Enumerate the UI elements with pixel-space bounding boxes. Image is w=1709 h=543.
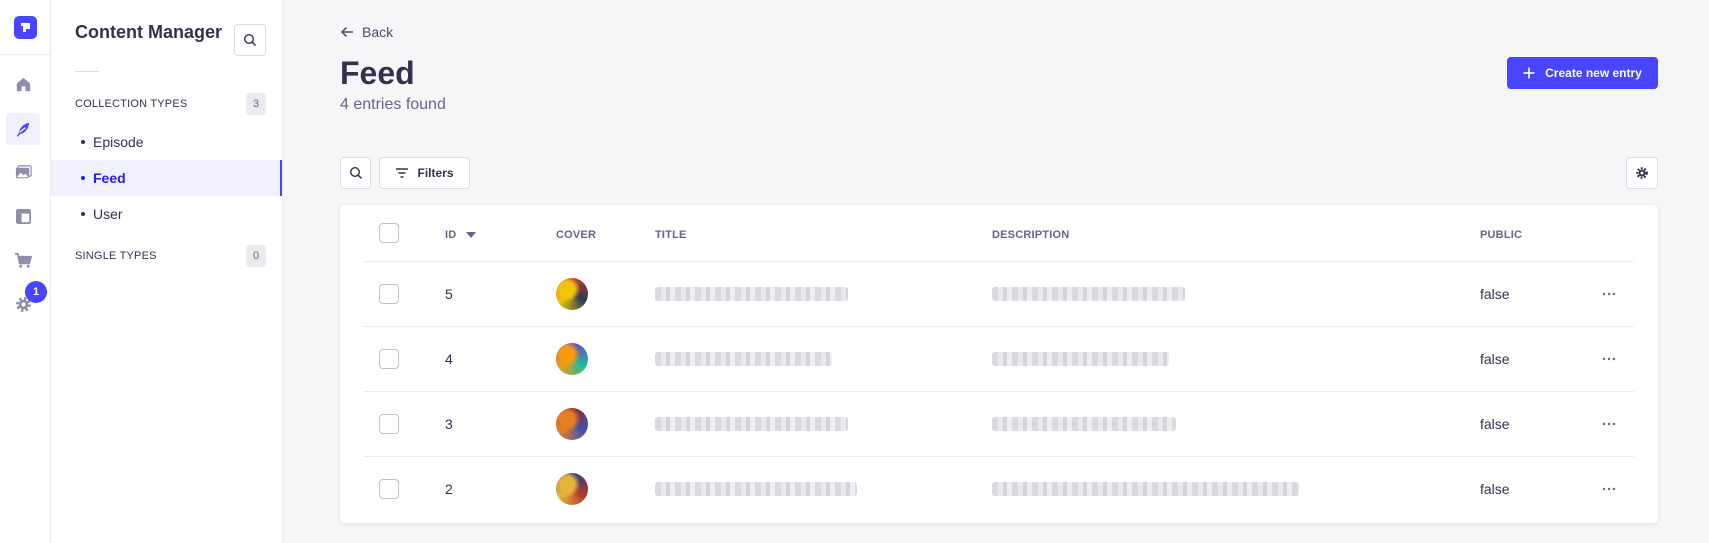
column-header-title[interactable]: TITLE <box>655 229 687 241</box>
more-actions-icon[interactable] <box>1599 349 1619 369</box>
table-row[interactable]: 4 false <box>364 327 1634 392</box>
cover-thumbnail <box>556 278 588 310</box>
bullet-icon <box>81 176 85 180</box>
logo-area <box>0 0 50 55</box>
column-header-label: ID <box>445 229 457 241</box>
single-types-label: SINGLE TYPES <box>75 250 157 262</box>
more-actions-icon[interactable] <box>1599 414 1619 434</box>
search-button[interactable] <box>340 157 371 189</box>
table-row[interactable]: 3 false <box>364 392 1634 457</box>
column-header-description[interactable]: DESCRIPTION <box>992 229 1069 241</box>
collection-types-section-header[interactable]: COLLECTION TYPES 3 <box>75 93 266 115</box>
description-redacted <box>992 417 1176 431</box>
sort-descending-icon <box>466 232 477 238</box>
row-public: false <box>1480 351 1510 367</box>
title-redacted <box>655 287 848 301</box>
title-redacted <box>655 352 832 366</box>
content-manager-feather-icon[interactable] <box>6 113 40 145</box>
entries-table: ID COVER TITLE DESCRIPTION PUBLIC 5 fals… <box>340 205 1658 523</box>
table-row[interactable]: 2 false <box>364 457 1634 522</box>
row-id: 2 <box>445 481 453 497</box>
marketplace-cart-icon[interactable] <box>6 244 40 276</box>
collection-types-count: 3 <box>246 93 266 115</box>
cover-thumbnail <box>556 408 588 440</box>
row-public: false <box>1480 481 1510 497</box>
title-redacted <box>655 482 857 496</box>
cover-thumbnail <box>556 473 588 505</box>
description-redacted <box>992 287 1185 301</box>
arrow-left-icon <box>340 26 353 38</box>
back-link[interactable]: Back <box>340 24 393 40</box>
back-label: Back <box>362 24 394 40</box>
gear-icon <box>1636 167 1648 179</box>
subnav-title: Content Manager <box>75 22 223 42</box>
cover-thumbnail <box>556 343 588 375</box>
search-icon <box>243 33 257 47</box>
search-icon <box>349 166 362 180</box>
row-checkbox[interactable] <box>379 349 399 369</box>
plus-icon <box>1523 67 1535 79</box>
notification-badge: 1 <box>25 281 47 303</box>
table-header: ID COVER TITLE DESCRIPTION PUBLIC <box>364 205 1634 262</box>
select-all-checkbox[interactable] <box>379 223 399 243</box>
column-header-cover: COVER <box>556 229 597 241</box>
home-icon[interactable] <box>6 68 40 100</box>
subnav-item-user[interactable]: User <box>51 196 282 232</box>
collection-types-label: COLLECTION TYPES <box>75 98 188 110</box>
single-types-count: 0 <box>246 245 266 267</box>
row-id: 5 <box>445 286 453 302</box>
title-redacted <box>655 417 848 431</box>
subnav-item-label: Feed <box>93 170 126 186</box>
single-types-section-header[interactable]: SINGLE TYPES 0 <box>75 245 266 267</box>
subnav-item-label: User <box>93 206 123 222</box>
row-public: false <box>1480 286 1510 302</box>
create-new-entry-label: Create new entry <box>1545 66 1642 80</box>
table-row[interactable]: 5 false <box>364 262 1634 327</box>
more-actions-icon[interactable] <box>1599 284 1619 304</box>
filter-icon <box>396 168 409 178</box>
content-type-builder-icon[interactable] <box>6 200 40 232</box>
bullet-icon <box>81 140 85 144</box>
bullet-icon <box>81 212 85 216</box>
subnav-item-episode[interactable]: Episode <box>51 124 282 160</box>
description-redacted <box>992 482 1299 496</box>
strapi-logo-icon[interactable] <box>13 15 37 39</box>
content-manager-subnav: Content Manager COLLECTION TYPES 3 Episo… <box>51 0 283 543</box>
subnav-item-label: Episode <box>93 134 144 150</box>
more-actions-icon[interactable] <box>1599 479 1619 499</box>
row-id: 3 <box>445 416 453 432</box>
description-redacted <box>992 352 1169 366</box>
row-checkbox[interactable] <box>379 479 399 499</box>
row-checkbox[interactable] <box>379 414 399 434</box>
column-header-public[interactable]: PUBLIC <box>1480 229 1522 241</box>
main-nav-rail: 1 <box>0 0 51 543</box>
row-public: false <box>1480 416 1510 432</box>
subnav-item-feed[interactable]: Feed <box>51 160 282 196</box>
table-settings-button[interactable] <box>1626 157 1658 189</box>
entries-count: 4 entries found <box>340 96 446 113</box>
page-title: Feed <box>340 55 415 91</box>
row-checkbox[interactable] <box>379 284 399 304</box>
filters-button[interactable]: Filters <box>379 157 470 189</box>
column-header-id[interactable]: ID <box>445 229 477 241</box>
media-library-icon[interactable] <box>6 156 40 188</box>
subnav-search-button[interactable] <box>234 24 266 56</box>
filters-label: Filters <box>417 166 454 180</box>
subnav-divider <box>75 71 99 72</box>
create-new-entry-button[interactable]: Create new entry <box>1507 57 1658 89</box>
row-id: 4 <box>445 351 453 367</box>
